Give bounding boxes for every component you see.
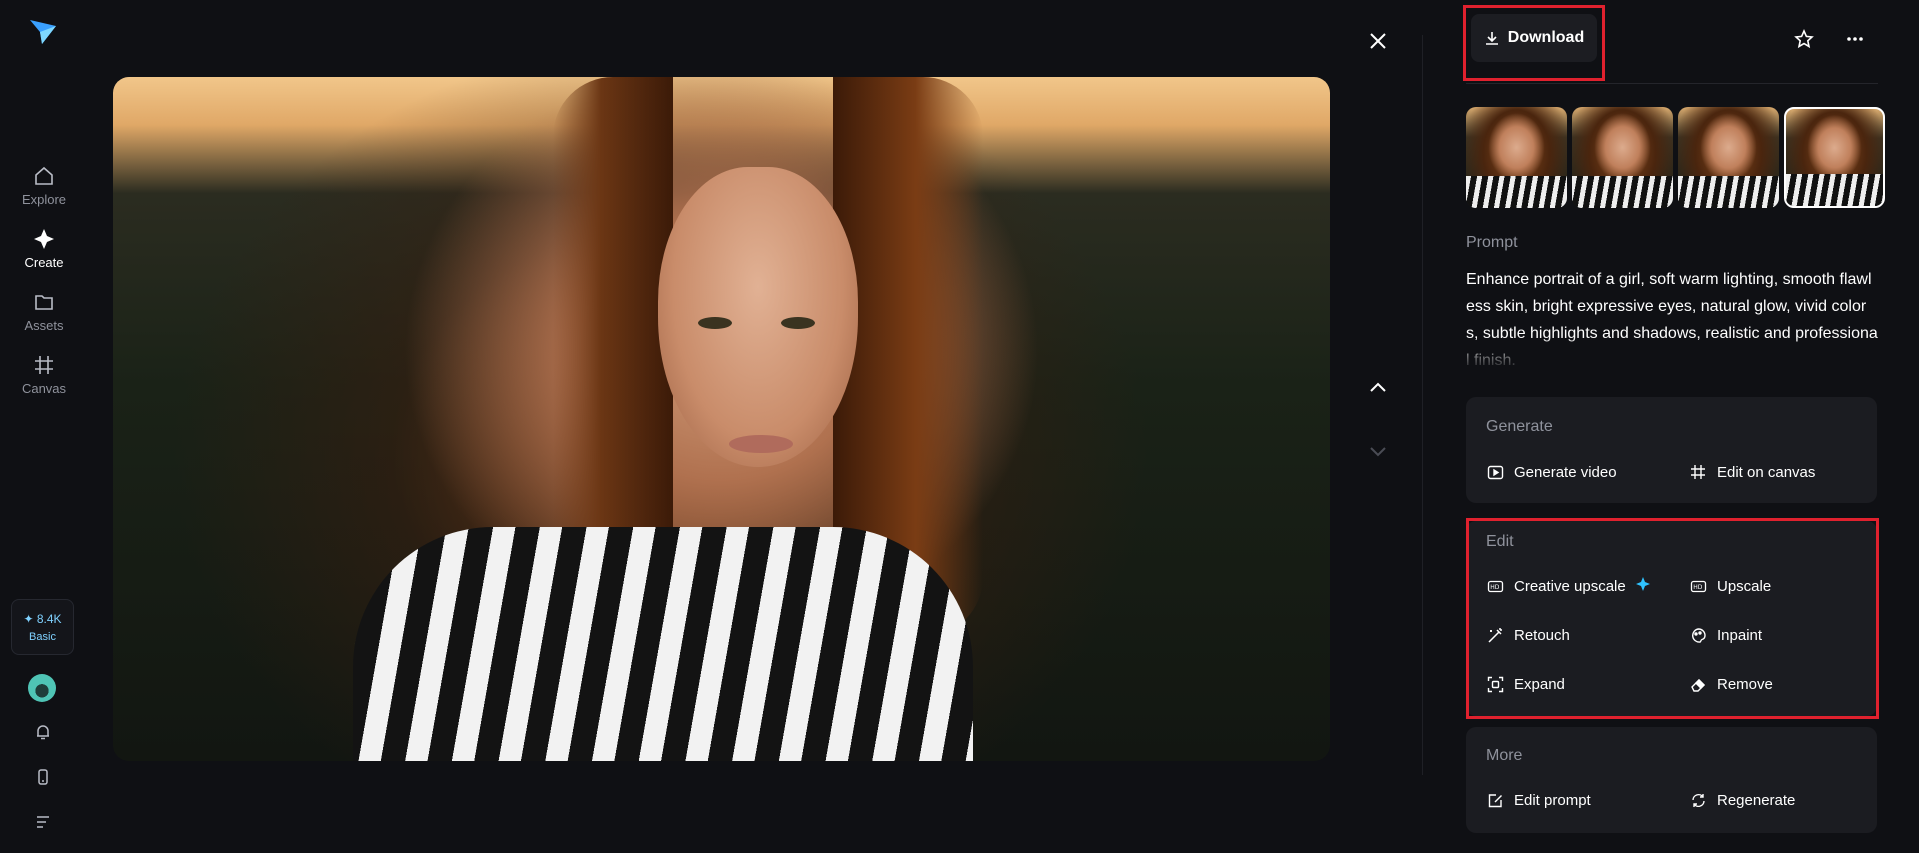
menu-item-label: Regenerate [1717, 791, 1796, 809]
favorite-button[interactable] [1792, 27, 1816, 51]
close-button[interactable] [1364, 27, 1392, 55]
star-icon [1794, 29, 1814, 49]
folder-icon [32, 290, 56, 314]
nav-label: Create [24, 255, 64, 270]
nav-assets[interactable]: Assets [0, 290, 88, 333]
variation-thumbnail-4[interactable] [1784, 107, 1885, 208]
app-logo-icon[interactable] [28, 16, 58, 46]
prompt-label: Prompt [1466, 234, 1518, 251]
header-divider [1466, 83, 1878, 84]
edit-on-canvas-button[interactable]: Edit on canvas [1689, 463, 1815, 481]
generate-video-button[interactable]: Generate video [1486, 463, 1617, 481]
variation-thumbnail-3[interactable] [1678, 107, 1779, 208]
close-icon [1370, 33, 1386, 49]
nav-canvas[interactable]: Canvas [0, 353, 88, 396]
bell-icon[interactable] [32, 721, 54, 743]
generated-image[interactable] [113, 77, 1330, 761]
generate-section: Generate Generate video Edit on canvas [1466, 397, 1877, 503]
mobile-icon[interactable] [32, 766, 54, 788]
nav-label: Explore [21, 192, 67, 207]
credits-badge[interactable]: ✦ 8.4K Basic [11, 599, 74, 655]
more-options-button[interactable] [1843, 27, 1867, 51]
home-icon [32, 164, 56, 188]
chevron-up-icon [1370, 382, 1386, 392]
canvas-grid-icon [1689, 463, 1707, 481]
canvas-grid-icon [32, 353, 56, 377]
menu-icon[interactable] [32, 811, 54, 833]
section-title: Generate [1486, 418, 1553, 435]
more-section: More Edit prompt Regenerate [1466, 727, 1877, 833]
sparkle-icon [32, 227, 56, 251]
nav-label: Assets [24, 318, 64, 333]
nav-label: Canvas [21, 381, 67, 396]
refresh-icon [1689, 791, 1707, 809]
panel-divider [1422, 35, 1423, 775]
nav-create[interactable]: Create [0, 227, 88, 270]
next-image-button[interactable] [1364, 437, 1392, 465]
edit-prompt-icon [1486, 791, 1504, 809]
menu-item-label: Edit prompt [1514, 791, 1591, 809]
play-video-icon [1486, 463, 1504, 481]
chevron-down-icon [1370, 447, 1386, 457]
edit-prompt-button[interactable]: Edit prompt [1486, 791, 1591, 809]
edit-highlight-box [1466, 518, 1879, 719]
regenerate-button[interactable]: Regenerate [1689, 791, 1795, 809]
variation-thumbnail-2[interactable] [1572, 107, 1673, 208]
menu-item-label: Edit on canvas [1717, 463, 1816, 481]
plan-name: Basic [29, 630, 56, 643]
side-navigation: Explore Create Assets Canvas ✦ 8.4K Basi… [0, 0, 88, 853]
previous-image-button[interactable] [1364, 374, 1392, 402]
more-dots-icon [1847, 37, 1863, 41]
variation-thumbnail-1[interactable] [1466, 107, 1567, 208]
section-title: More [1486, 747, 1523, 764]
avatar[interactable] [28, 674, 56, 702]
download-highlight-box [1463, 5, 1605, 81]
credits-amount: ✦ 8.4K [23, 611, 62, 626]
menu-item-label: Generate video [1514, 463, 1617, 481]
nav-explore[interactable]: Explore [0, 164, 88, 207]
